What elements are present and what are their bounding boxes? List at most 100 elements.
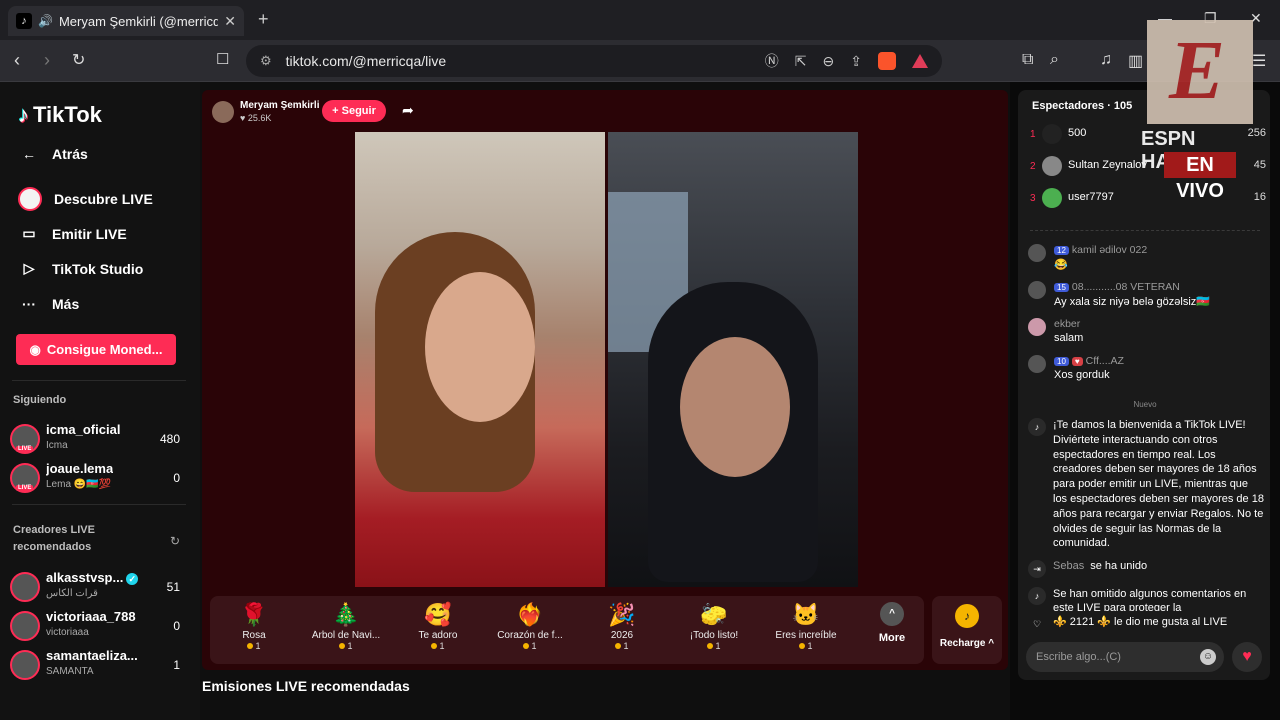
recommended-account[interactable]: alkasstvsp... ✓ قرات الكاس 51 <box>10 570 182 606</box>
browser-tab-bar: ♪ 🔊 Meryam Şemkirli (@merricqa) ✕ + — ❐ … <box>0 0 1280 40</box>
account-subtitle: Lema 😄🇦🇿💯 <box>46 479 112 490</box>
menu-icon[interactable]: ☰ <box>1252 51 1266 71</box>
brave-shields-icon[interactable] <box>878 52 896 70</box>
host-avatar[interactable] <box>212 101 234 123</box>
viewers-header[interactable]: Espectadores · 105 <box>1032 100 1132 112</box>
avatar <box>10 650 40 680</box>
url-text[interactable]: tiktok.com/@merricqa/live <box>286 53 446 69</box>
nav-more[interactable]: ··· Más <box>18 296 79 312</box>
rank-number: 3 <box>1030 193 1036 204</box>
address-bar[interactable]: ⚙ tiktok.com/@merricqa/live Ⓝ ⇱ ⊖ ⇪ <box>246 45 942 77</box>
recommended-account[interactable]: victoriaaa_788 victoriaaa 0 <box>10 609 182 645</box>
gift-icon: 🐱 <box>792 602 820 627</box>
tiktok-logo[interactable]: ♪ TikTok <box>18 102 102 128</box>
recharge-button[interactable]: ♪ Recharge ^ <box>932 596 1002 664</box>
music-icon[interactable]: ♫ <box>1100 51 1112 69</box>
rank-number: 2 <box>1030 161 1036 172</box>
person-face <box>425 272 535 422</box>
gift-price: 1 <box>394 641 482 651</box>
back-icon[interactable]: ‹ <box>14 50 20 71</box>
account-subtitle: victoriaaa <box>46 627 89 638</box>
site-settings-icon[interactable]: ⚙ <box>260 53 272 69</box>
tab-search-icon[interactable]: ⌕ <box>1050 51 1059 69</box>
account-name: samantaeliza... <box>46 648 138 663</box>
get-coins-button[interactable]: ◉ Consigue Moned... <box>16 334 176 365</box>
nav-label: Atrás <box>52 146 88 162</box>
recharge-label: Recharge ^ <box>939 638 995 649</box>
avatar <box>1028 281 1046 299</box>
nav-discover-live[interactable]: Descubre LIVE <box>18 187 153 211</box>
verified-icon: ✓ <box>126 572 139 585</box>
coin-icon <box>247 643 254 649</box>
tiktok-note-icon: ♪ <box>18 102 29 127</box>
gift-icon: 🎉 <box>608 602 636 627</box>
translate-icon[interactable]: Ⓝ <box>765 51 779 71</box>
nav-label: Descubre LIVE <box>54 191 153 207</box>
bookmark-icon[interactable]: ☐ <box>216 50 229 68</box>
comment-author: 15 08...........08 VETERAN <box>1054 281 1180 293</box>
more-label: More <box>878 632 906 644</box>
like-notification: ⚜️ 2121 ⚜️ le dio me gusta al LIVE <box>1053 616 1228 628</box>
nav-go-live[interactable]: ▭ Emitir LIVE <box>18 225 126 242</box>
share-arrow-icon[interactable]: ➦ <box>402 102 414 119</box>
divider <box>12 504 186 505</box>
nav-tiktok-studio[interactable]: ▷ TikTok Studio <box>18 260 144 277</box>
more-dots-icon: ··· <box>22 296 36 312</box>
forward-icon[interactable]: › <box>44 50 50 71</box>
speaker-icon[interactable]: 🔊 <box>38 14 53 28</box>
new-tab-button[interactable]: + <box>258 9 269 30</box>
gift-name: Árbol de Navi... <box>311 630 381 641</box>
live-tag: LIVE <box>16 446 34 452</box>
chat-input[interactable]: Escribe algo...(C) <box>1026 642 1224 672</box>
video-feed-guest[interactable] <box>608 132 858 587</box>
tiktok-system-icon: ♪ <box>1028 418 1046 436</box>
extensions-icon[interactable]: ⧉ <box>1022 51 1033 69</box>
open-external-icon[interactable]: ⇱ <box>795 53 807 70</box>
comment-text: salam <box>1054 332 1084 344</box>
gift-item[interactable]: 🎉 2026 1 <box>578 600 666 662</box>
sidebar-toggle-icon[interactable]: ▥ <box>1128 51 1143 71</box>
following-account[interactable]: LIVE joaue.lema Lema 😄🇦🇿💯 0 <box>10 461 182 497</box>
refresh-icon[interactable]: ↻ <box>170 534 180 548</box>
emoji-icon[interactable]: ☺ <box>1200 649 1216 665</box>
nav-label: Más <box>52 296 80 312</box>
reload-icon[interactable]: ↻ <box>72 50 85 70</box>
gift-item[interactable]: 🧽 ¡Todo listo! 1 <box>670 600 758 662</box>
video-feed-host[interactable] <box>355 132 605 587</box>
person-face <box>680 337 790 477</box>
gift-item[interactable]: 🌹 Rosa 1 <box>210 600 298 662</box>
gift-name: Eres increíble <box>775 630 837 641</box>
zoom-icon[interactable]: ⊖ <box>823 53 835 70</box>
more-gifts-button[interactable]: ^ More <box>874 602 910 644</box>
gift-icon: 🧽 <box>700 602 728 627</box>
nav-back[interactable]: ← Atrás <box>18 146 88 162</box>
avatar <box>1042 124 1062 144</box>
gift-name: Rosa <box>242 630 266 641</box>
tab-title: Meryam Şemkirli (@merricqa) <box>58 13 219 29</box>
host-name[interactable]: Meryam Şemkirli <box>240 100 320 111</box>
coin-icon <box>615 643 622 649</box>
following-account[interactable]: LIVE icma_oficial Icma 480 <box>10 422 182 458</box>
brave-rewards-icon[interactable] <box>912 54 928 68</box>
follow-button[interactable]: + Seguir <box>322 100 386 122</box>
gift-item[interactable]: 🐱 Eres increíble 1 <box>762 600 850 662</box>
gift-price: 1 <box>302 641 390 651</box>
recommended-account[interactable]: samantaeliza... SAMANTA 1 <box>10 648 182 684</box>
browser-toolbar: ‹ › ↻ ☐ ⚙ tiktok.com/@merricqa/live Ⓝ ⇱ … <box>0 40 1280 82</box>
recommended-lives-heading: Emisiones LIVE recomendadas <box>202 678 410 694</box>
gift-item[interactable]: ❤️‍🔥 Corazón de f... 1 <box>486 600 574 662</box>
like-heart-button[interactable]: ♥ <box>1232 642 1262 672</box>
comment-text: Xos gorduk <box>1054 369 1110 381</box>
viewer-score: 16 <box>1253 191 1266 203</box>
gift-item[interactable]: 🎄 Árbol de Navi... 1 <box>302 600 390 662</box>
share-icon[interactable]: ⇪ <box>850 53 862 70</box>
divider <box>12 380 186 381</box>
join-icon: ⇥ <box>1028 560 1046 578</box>
close-tab-icon[interactable]: ✕ <box>224 13 236 30</box>
top-viewer-row[interactable]: 3 user7797 16 <box>1030 186 1266 214</box>
browser-tab[interactable]: ♪ 🔊 Meryam Şemkirli (@merricqa) ✕ <box>8 6 244 36</box>
account-subtitle: SAMANTA <box>46 666 94 677</box>
viewer-count: 0 <box>173 471 180 485</box>
gift-item[interactable]: 🥰 Te adoro 1 <box>394 600 482 662</box>
host-likes: ♥ 25.6K <box>240 113 272 123</box>
